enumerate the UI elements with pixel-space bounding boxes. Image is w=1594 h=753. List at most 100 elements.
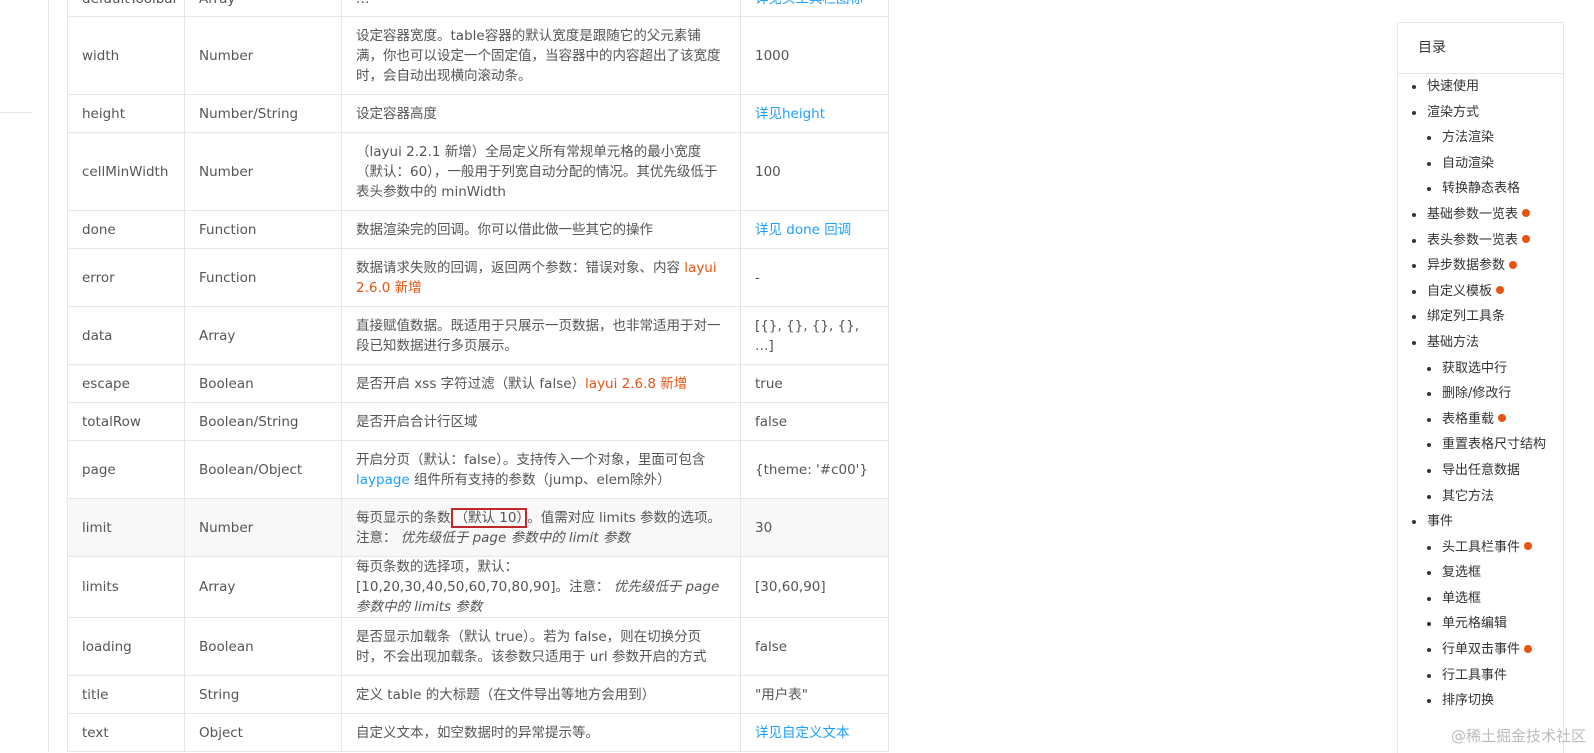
toc-item[interactable]: 行工具事件	[1398, 663, 1563, 689]
toc-item[interactable]: 复选框	[1398, 560, 1563, 586]
text-segment: 每页条数的选择项，默认：[10,20,30,40,50,60,70,80,90]…	[356, 559, 610, 595]
toc-item[interactable]: 排序切换	[1398, 688, 1563, 714]
param-name-cell: height	[67, 94, 185, 133]
toc-item[interactable]: 事件	[1398, 509, 1563, 535]
new-dot-icon	[1496, 286, 1505, 295]
highlight-box-text: （默认 10）	[450, 507, 528, 528]
text-segment: 30	[755, 519, 773, 536]
table-row: limits Array 每页条数的选择项，默认：[10,20,30,40,50,6…	[67, 556, 889, 618]
param-desc-cell: 每页显示的条数 （默认 10） 。值需对应 limits 参数的选项。注意： 优先级…	[341, 498, 741, 557]
text-segment: false	[755, 413, 788, 430]
toc-item-label: 表头参数一览表	[1427, 232, 1519, 248]
param-name-cell: loading	[67, 617, 185, 676]
param-example-cell: 详见height	[740, 94, 889, 133]
new-dot-icon	[1509, 260, 1518, 269]
param-name-cell: width	[67, 16, 185, 95]
text-segment: [{}, {}, {}, {}, …]	[755, 317, 860, 354]
param-type-cell: Number/String	[184, 94, 342, 133]
toc-item-label: 方法渲染	[1442, 130, 1495, 146]
param-type-cell: Boolean/String	[184, 402, 342, 441]
toc-item[interactable]: 表格重载	[1398, 407, 1563, 433]
toc-item-label: 自定义模板	[1427, 283, 1493, 299]
param-example-cell: [30,60,90]	[740, 556, 889, 618]
toc-item[interactable]: 转换静态表格	[1398, 176, 1563, 202]
toc-item[interactable]: 行单双击事件	[1398, 637, 1563, 663]
text-segment: 每页显示的条数	[356, 509, 451, 526]
param-desc-cell: 数据请求失败的回调，返回两个参数：错误对象、内容 layui 2.6.0 新增	[341, 248, 741, 307]
doc-link[interactable]: 详见 done 回调	[755, 222, 851, 238]
doc-link[interactable]: 详见height	[755, 106, 825, 122]
toc-item[interactable]: 删除/修改行	[1398, 381, 1563, 407]
text-segment: "用户表"	[755, 686, 808, 703]
text-segment: -	[755, 269, 760, 286]
toc-item[interactable]: 绑定列工具条	[1398, 304, 1563, 330]
toc-item-label: 基础参数一览表	[1427, 206, 1519, 222]
new-dot-icon	[1524, 644, 1533, 653]
toc-item-label: 删除/修改行	[1442, 386, 1512, 402]
param-name-cell: escape	[67, 364, 185, 403]
toc-item-label: 单选框	[1442, 590, 1482, 606]
toc-item[interactable]: 快速使用	[1398, 74, 1563, 100]
doc-link[interactable]: 详见头工具栏图标	[755, 0, 863, 7]
param-name-cell: limit	[67, 498, 185, 557]
toc-item[interactable]: 获取选中行	[1398, 356, 1563, 382]
param-name-cell: limits	[67, 556, 185, 618]
text-segment: true	[755, 375, 783, 392]
param-desc-cell: 数据渲染完的回调。你可以借此做一些其它的操作	[341, 210, 741, 249]
toc-item-label: 其它方法	[1442, 488, 1495, 504]
toc-item-label: 基础方法	[1427, 334, 1480, 350]
param-type-cell: Function	[184, 210, 342, 249]
table-row: escape Boolean 是否开启 xss 字符过滤（默认 false）layu…	[67, 364, 889, 403]
toc-item[interactable]: 重置表格尺寸结构	[1398, 432, 1563, 458]
param-desc-cell: （layui 2.2.1 新增）全局定义所有常规单元格的最小宽度（默认：60），…	[341, 132, 741, 211]
toc-item-label: 事件	[1427, 514, 1454, 530]
param-example-cell: "用户表"	[740, 675, 889, 714]
param-desc-cell: 定义 table 的大标题（在文件导出等地方会用到）	[341, 675, 741, 714]
toc-item[interactable]: 渲染方式	[1398, 100, 1563, 126]
doc-link[interactable]: 详见自定义文本	[755, 725, 850, 741]
param-desc-cell: 是否显示加载条（默认 true）。若为 false，则在切换分页时，不会出现加载…	[341, 617, 741, 676]
param-example-cell: 100	[740, 132, 889, 211]
toc-list: 快速使用渲染方式方法渲染自动渲染 转换静态表格基础参数一览表 表头参数一览表异步数据…	[1398, 74, 1563, 714]
toc-item[interactable]: 单元格编辑	[1398, 611, 1563, 637]
text-segment: false	[755, 638, 788, 655]
params-table-wrapper: defaultToolbarArray…详见头工具栏图标widthNumber设…	[67, 0, 889, 752]
param-example-cell: false	[740, 402, 889, 441]
table-row: height Number/String 设定容器高度 详见height	[67, 94, 889, 133]
toc-item-label: 排序切换	[1442, 693, 1495, 709]
param-name-cell: error	[67, 248, 185, 307]
toc-item-label: 快速使用	[1427, 79, 1480, 94]
toc-item[interactable]: 自动渲染	[1398, 151, 1563, 177]
toc-item[interactable]: 其它方法	[1398, 484, 1563, 510]
toc-item-label: 获取选中行	[1442, 360, 1508, 376]
param-desc-cell: 每页条数的选择项，默认：[10,20,30,40,50,60,70,80,90]…	[341, 556, 741, 618]
param-type-cell: Number	[184, 132, 342, 211]
toc-item[interactable]: 头工具栏事件	[1398, 535, 1563, 561]
left-divider	[0, 112, 32, 113]
toc-item[interactable]: 异步数据参数	[1398, 253, 1563, 279]
toc-item[interactable]: 基础参数一览表	[1398, 202, 1563, 228]
param-example-cell: 详见头工具栏图标	[740, 0, 889, 17]
text-segment: 组件所有支持的参数（jump、elem除外）	[409, 471, 671, 488]
param-type-cell: Boolean	[184, 364, 342, 403]
toc-item[interactable]: 方法渲染	[1398, 125, 1563, 151]
param-name-cell: text	[67, 713, 185, 752]
param-name-cell: title	[67, 675, 185, 714]
toc-item[interactable]: 基础方法	[1398, 330, 1563, 356]
toc-item[interactable]: 自定义模板	[1398, 279, 1563, 305]
params-table: defaultToolbarArray…详见头工具栏图标widthNumber设…	[67, 0, 889, 752]
toc-item[interactable]: 单选框	[1398, 586, 1563, 612]
doc-link[interactable]: laypage	[356, 472, 410, 488]
param-desc-cell: 开启分页（默认：false）。支持传入一个对象，里面可包含 laypage 组件…	[341, 440, 741, 499]
toc-item-label: 头工具栏事件	[1442, 539, 1521, 555]
param-example-cell: 30	[740, 498, 889, 557]
toc-item[interactable]: 表头参数一览表	[1398, 228, 1563, 254]
text-segment: 定义 table 的大标题（在文件导出等地方会用到）	[356, 686, 656, 703]
toc-item[interactable]: 导出任意数据	[1398, 458, 1563, 484]
param-desc-cell: 是否开启合计行区域	[341, 402, 741, 441]
table-row: title String 定义 table 的大标题（在文件导出等地方会用到） "用户…	[67, 675, 889, 714]
param-example-cell: [{}, {}, {}, {}, …]	[740, 306, 889, 365]
param-type-cell: Array	[184, 556, 342, 618]
table-row: defaultToolbarArray … 详见头工具栏图标	[67, 0, 889, 17]
toc-item-label: 绑定列工具条	[1427, 309, 1506, 325]
